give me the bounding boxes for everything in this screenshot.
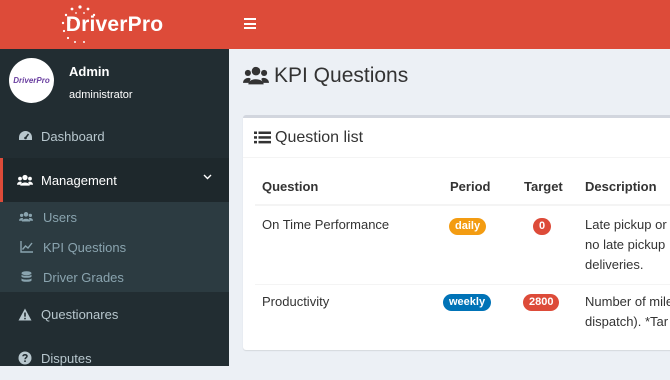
users-icon xyxy=(17,174,33,187)
user-panel: DriverPro Admin administrator xyxy=(0,49,229,117)
brand-logo[interactable]: DriverPro xyxy=(0,0,229,49)
list-icon xyxy=(254,131,271,144)
user-role: administrator xyxy=(69,89,133,101)
sidebar-item-label: Disputes xyxy=(41,350,92,366)
column-header-description[interactable]: Description xyxy=(585,179,657,194)
chevron-down-icon xyxy=(203,174,212,180)
period-badge: weekly xyxy=(443,294,492,311)
row-divider xyxy=(255,284,670,285)
page-title-text: KPI Questions xyxy=(274,64,409,87)
top-navbar xyxy=(229,0,670,49)
column-header-target[interactable]: Target xyxy=(524,179,563,194)
database-icon xyxy=(19,270,33,284)
box-title: Question list xyxy=(275,128,364,146)
sidebar-item-disputes[interactable]: Disputes xyxy=(0,336,229,380)
column-header-question[interactable]: Question xyxy=(262,179,318,194)
sidebar-subitem-label: Users xyxy=(43,209,77,225)
sidebar-subitem-users[interactable]: Users xyxy=(0,202,229,232)
sidebar-toggle-icon[interactable] xyxy=(244,18,256,29)
column-header-period[interactable]: Period xyxy=(450,179,490,194)
description-line: deliveries. xyxy=(585,257,644,272)
sidebar-item-label: Management xyxy=(41,172,117,188)
question-circle-icon xyxy=(17,351,33,365)
header-divider xyxy=(255,204,670,206)
sidebar-subitem-driver-grades[interactable]: Driver Grades xyxy=(0,262,229,292)
sidebar-item-label: Questionares xyxy=(41,306,119,322)
question-cell: Productivity xyxy=(262,294,330,309)
description-line: Late pickup or xyxy=(585,217,667,232)
sidebar-item-label: Dashboard xyxy=(41,128,105,144)
avatar-logo-text: DriverPro xyxy=(13,76,50,85)
box-header: Question list xyxy=(243,118,670,158)
sidebar-subitem-kpi-questions[interactable]: KPI Questions xyxy=(0,232,229,262)
description-line: dispatch). *Tar xyxy=(585,314,669,329)
sidebar-item-management[interactable]: Management xyxy=(0,158,229,202)
target-badge: 2800 xyxy=(523,294,560,311)
logo-sparkle-icon xyxy=(61,4,95,43)
sidebar-subitem-label: KPI Questions xyxy=(43,239,127,255)
sidebar-item-questionares[interactable]: Questionares xyxy=(0,292,229,336)
period-badge: daily xyxy=(449,218,487,235)
users-icon xyxy=(243,66,269,85)
line-chart-icon xyxy=(19,241,33,253)
users-icon xyxy=(19,211,33,223)
sidebar-subitem-label: Driver Grades xyxy=(43,269,124,285)
sidebar-item-dashboard[interactable]: Dashboard xyxy=(0,114,229,158)
dashboard-icon xyxy=(17,130,33,142)
description-line: Number of mile xyxy=(585,294,670,309)
page-title: KPI Questions xyxy=(243,64,408,88)
description-line: no late pickup xyxy=(585,237,666,252)
target-badge: 0 xyxy=(533,218,552,235)
user-name: Admin xyxy=(69,64,110,79)
warning-icon xyxy=(17,308,33,321)
avatar: DriverPro xyxy=(9,58,54,103)
question-cell: On Time Performance xyxy=(262,217,390,232)
